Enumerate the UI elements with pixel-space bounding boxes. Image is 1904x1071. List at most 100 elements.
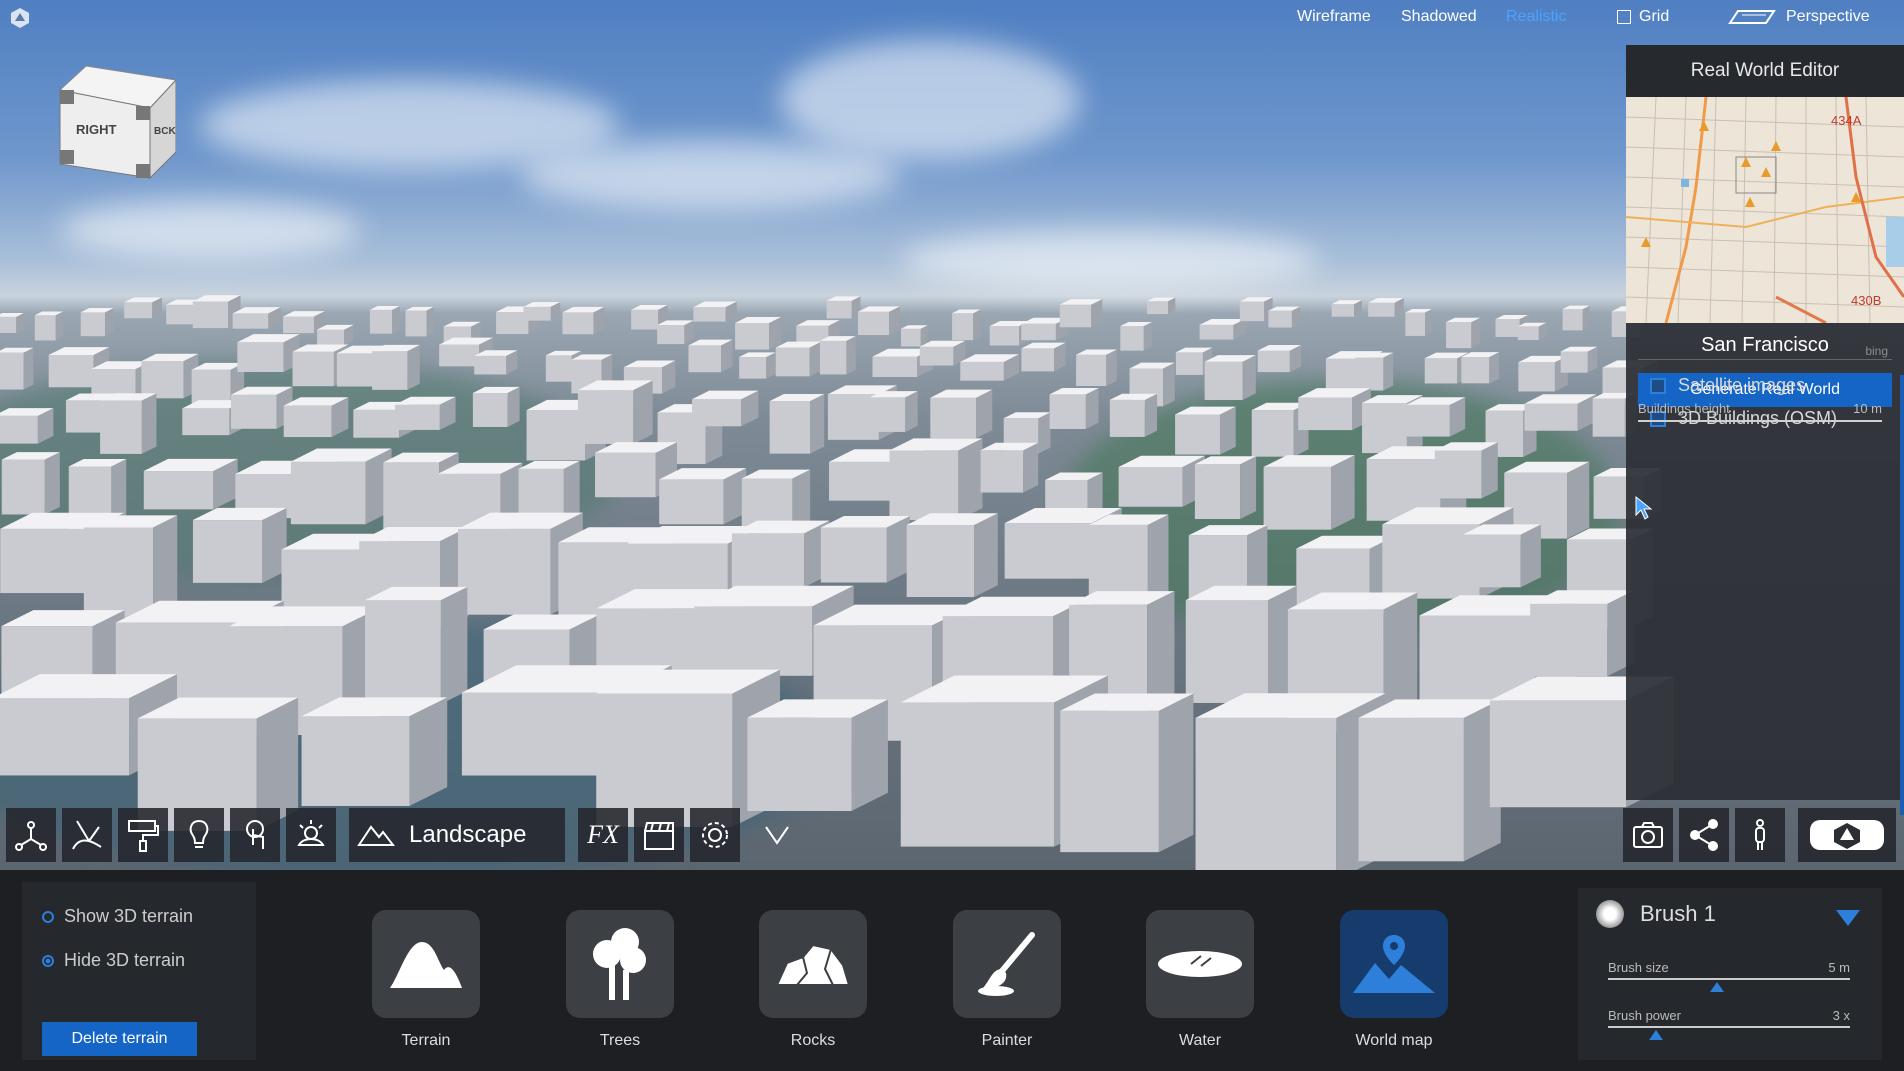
terrain-tool[interactable]: Terrain bbox=[372, 910, 480, 1050]
brush-power-value: 3 x bbox=[1832, 1008, 1850, 1023]
building bbox=[0, 408, 54, 444]
landscape-panel: Show 3D terrain Hide 3D terrain Delete t… bbox=[0, 870, 1904, 1071]
world-map-label: World map bbox=[1355, 1032, 1433, 1049]
brush-size-label: Brush size bbox=[1608, 960, 1669, 975]
brush-size-slider[interactable]: Brush size 5 m bbox=[1608, 960, 1850, 992]
rocks-icon bbox=[775, 943, 851, 986]
shadowed-mode[interactable]: Shadowed bbox=[1401, 8, 1477, 26]
person-icon bbox=[1755, 819, 1765, 850]
show-3d-terrain-option[interactable]: Show 3D terrain bbox=[42, 906, 193, 927]
building bbox=[192, 507, 287, 583]
wireframe-mode[interactable]: Wireframe bbox=[1297, 8, 1371, 26]
top-bar: Wireframe Shadowed Realistic Grid Perspe… bbox=[0, 0, 1904, 36]
building bbox=[739, 352, 776, 379]
paint-roller-icon bbox=[128, 820, 159, 852]
brush-size-value: 5 m bbox=[1828, 960, 1850, 975]
building bbox=[1088, 514, 1169, 603]
building bbox=[775, 341, 822, 377]
show-terrain-radio[interactable] bbox=[42, 910, 54, 923]
building bbox=[906, 513, 998, 598]
delete-terrain-button[interactable]: Delete terrain bbox=[42, 1022, 197, 1056]
water-icon bbox=[1158, 951, 1242, 977]
location-map[interactable]: 434A 430B bbox=[1626, 97, 1904, 323]
panel-scrollbar[interactable] bbox=[1900, 375, 1904, 815]
interaction-button[interactable] bbox=[230, 808, 280, 862]
app-logo-icon[interactable] bbox=[8, 6, 32, 30]
fx-button[interactable]: FX bbox=[578, 808, 628, 862]
weather-button[interactable] bbox=[286, 808, 336, 862]
hide-terrain-label: Hide 3D terrain bbox=[64, 950, 186, 970]
city-name[interactable]: San Francisco bing bbox=[1638, 331, 1892, 360]
map-label-430b: 430B bbox=[1851, 293, 1881, 308]
weather-icon bbox=[297, 820, 325, 846]
building bbox=[826, 296, 861, 319]
buildings-height-slider[interactable]: Buildings height 10 m bbox=[1638, 401, 1882, 422]
world-map-pin-icon bbox=[1353, 935, 1435, 993]
app-menu-button[interactable] bbox=[1798, 808, 1896, 862]
building bbox=[34, 311, 64, 341]
satellite-checkbox[interactable] bbox=[1650, 377, 1666, 394]
lighting-button[interactable] bbox=[174, 808, 224, 862]
water-tool[interactable]: Water bbox=[1146, 910, 1254, 1050]
tree-icon bbox=[593, 928, 646, 1000]
map-label-434a: 434A bbox=[1831, 113, 1862, 128]
grid-toggle[interactable]: Grid bbox=[1617, 8, 1669, 26]
building bbox=[1204, 355, 1256, 400]
building bbox=[1076, 349, 1117, 387]
brush-power-handle[interactable] bbox=[1649, 1030, 1664, 1040]
water-label: Water bbox=[1178, 1032, 1222, 1049]
navigation-cube[interactable]: RIGHT BCK bbox=[56, 60, 176, 180]
building bbox=[819, 336, 856, 375]
walk-mode-button[interactable] bbox=[1735, 808, 1785, 862]
hide-terrain-radio[interactable] bbox=[42, 954, 54, 967]
building bbox=[901, 325, 928, 347]
trees-tool[interactable]: Trees bbox=[566, 910, 674, 1050]
world-map-tool[interactable]: World map bbox=[1340, 910, 1448, 1050]
landscape-icon bbox=[357, 825, 395, 846]
brush-power-slider[interactable]: Brush power 3 x bbox=[1608, 1008, 1850, 1040]
building bbox=[930, 389, 993, 439]
logo-icon bbox=[1810, 820, 1884, 850]
building bbox=[919, 340, 966, 366]
screenshot-button[interactable] bbox=[1623, 808, 1673, 862]
building bbox=[731, 520, 830, 588]
hide-3d-terrain-option[interactable]: Hide 3D terrain bbox=[42, 950, 185, 971]
rocks-label: Rocks bbox=[790, 1032, 836, 1049]
building bbox=[1194, 456, 1257, 520]
building bbox=[1462, 524, 1541, 588]
path-tool-button[interactable] bbox=[62, 808, 112, 862]
building bbox=[124, 297, 162, 319]
animation-button[interactable] bbox=[634, 808, 684, 862]
nodes-icon bbox=[15, 821, 47, 851]
3d-viewport[interactable] bbox=[0, 0, 1904, 870]
paint-roller-button[interactable] bbox=[118, 808, 168, 862]
settings-button[interactable] bbox=[690, 808, 740, 862]
grid-label: Grid bbox=[1639, 8, 1670, 25]
more-tools-button[interactable] bbox=[752, 808, 802, 862]
building bbox=[1331, 300, 1362, 317]
terrain-options: Show 3D terrain Hide 3D terrain Delete t… bbox=[22, 882, 256, 1060]
brush-selector[interactable]: Brush 1 bbox=[1596, 900, 1716, 928]
grid-checkbox[interactable] bbox=[1617, 10, 1631, 24]
real-world-editor-panel: Real World Editor 434A 430B San Francisc… bbox=[1626, 45, 1904, 815]
building bbox=[1059, 299, 1103, 328]
buildings-height-value: 10 m bbox=[1853, 401, 1882, 416]
rocks-tool[interactable]: Rocks bbox=[759, 910, 867, 1050]
brush-power-track[interactable] bbox=[1608, 1026, 1850, 1028]
brush-size-track[interactable] bbox=[1608, 978, 1850, 980]
painter-tool[interactable]: Painter bbox=[953, 910, 1061, 1050]
brush-preview-icon bbox=[1596, 900, 1624, 928]
share-button[interactable] bbox=[1679, 808, 1729, 862]
buildings-height-track[interactable] bbox=[1638, 420, 1882, 422]
building bbox=[472, 386, 520, 427]
satellite-images-option[interactable]: Satellite images bbox=[1650, 375, 1805, 396]
landscape-section-button[interactable]: Landscape bbox=[349, 808, 565, 862]
building bbox=[143, 458, 238, 510]
building bbox=[562, 306, 605, 335]
realistic-mode[interactable]: Realistic bbox=[1506, 8, 1566, 26]
brush-size-handle[interactable] bbox=[1709, 982, 1724, 992]
brush-dropdown-icon[interactable] bbox=[1836, 910, 1860, 926]
perspective-toggle[interactable]: Perspective bbox=[1728, 8, 1870, 26]
building bbox=[80, 308, 114, 337]
nodes-tool-button[interactable] bbox=[6, 808, 56, 862]
